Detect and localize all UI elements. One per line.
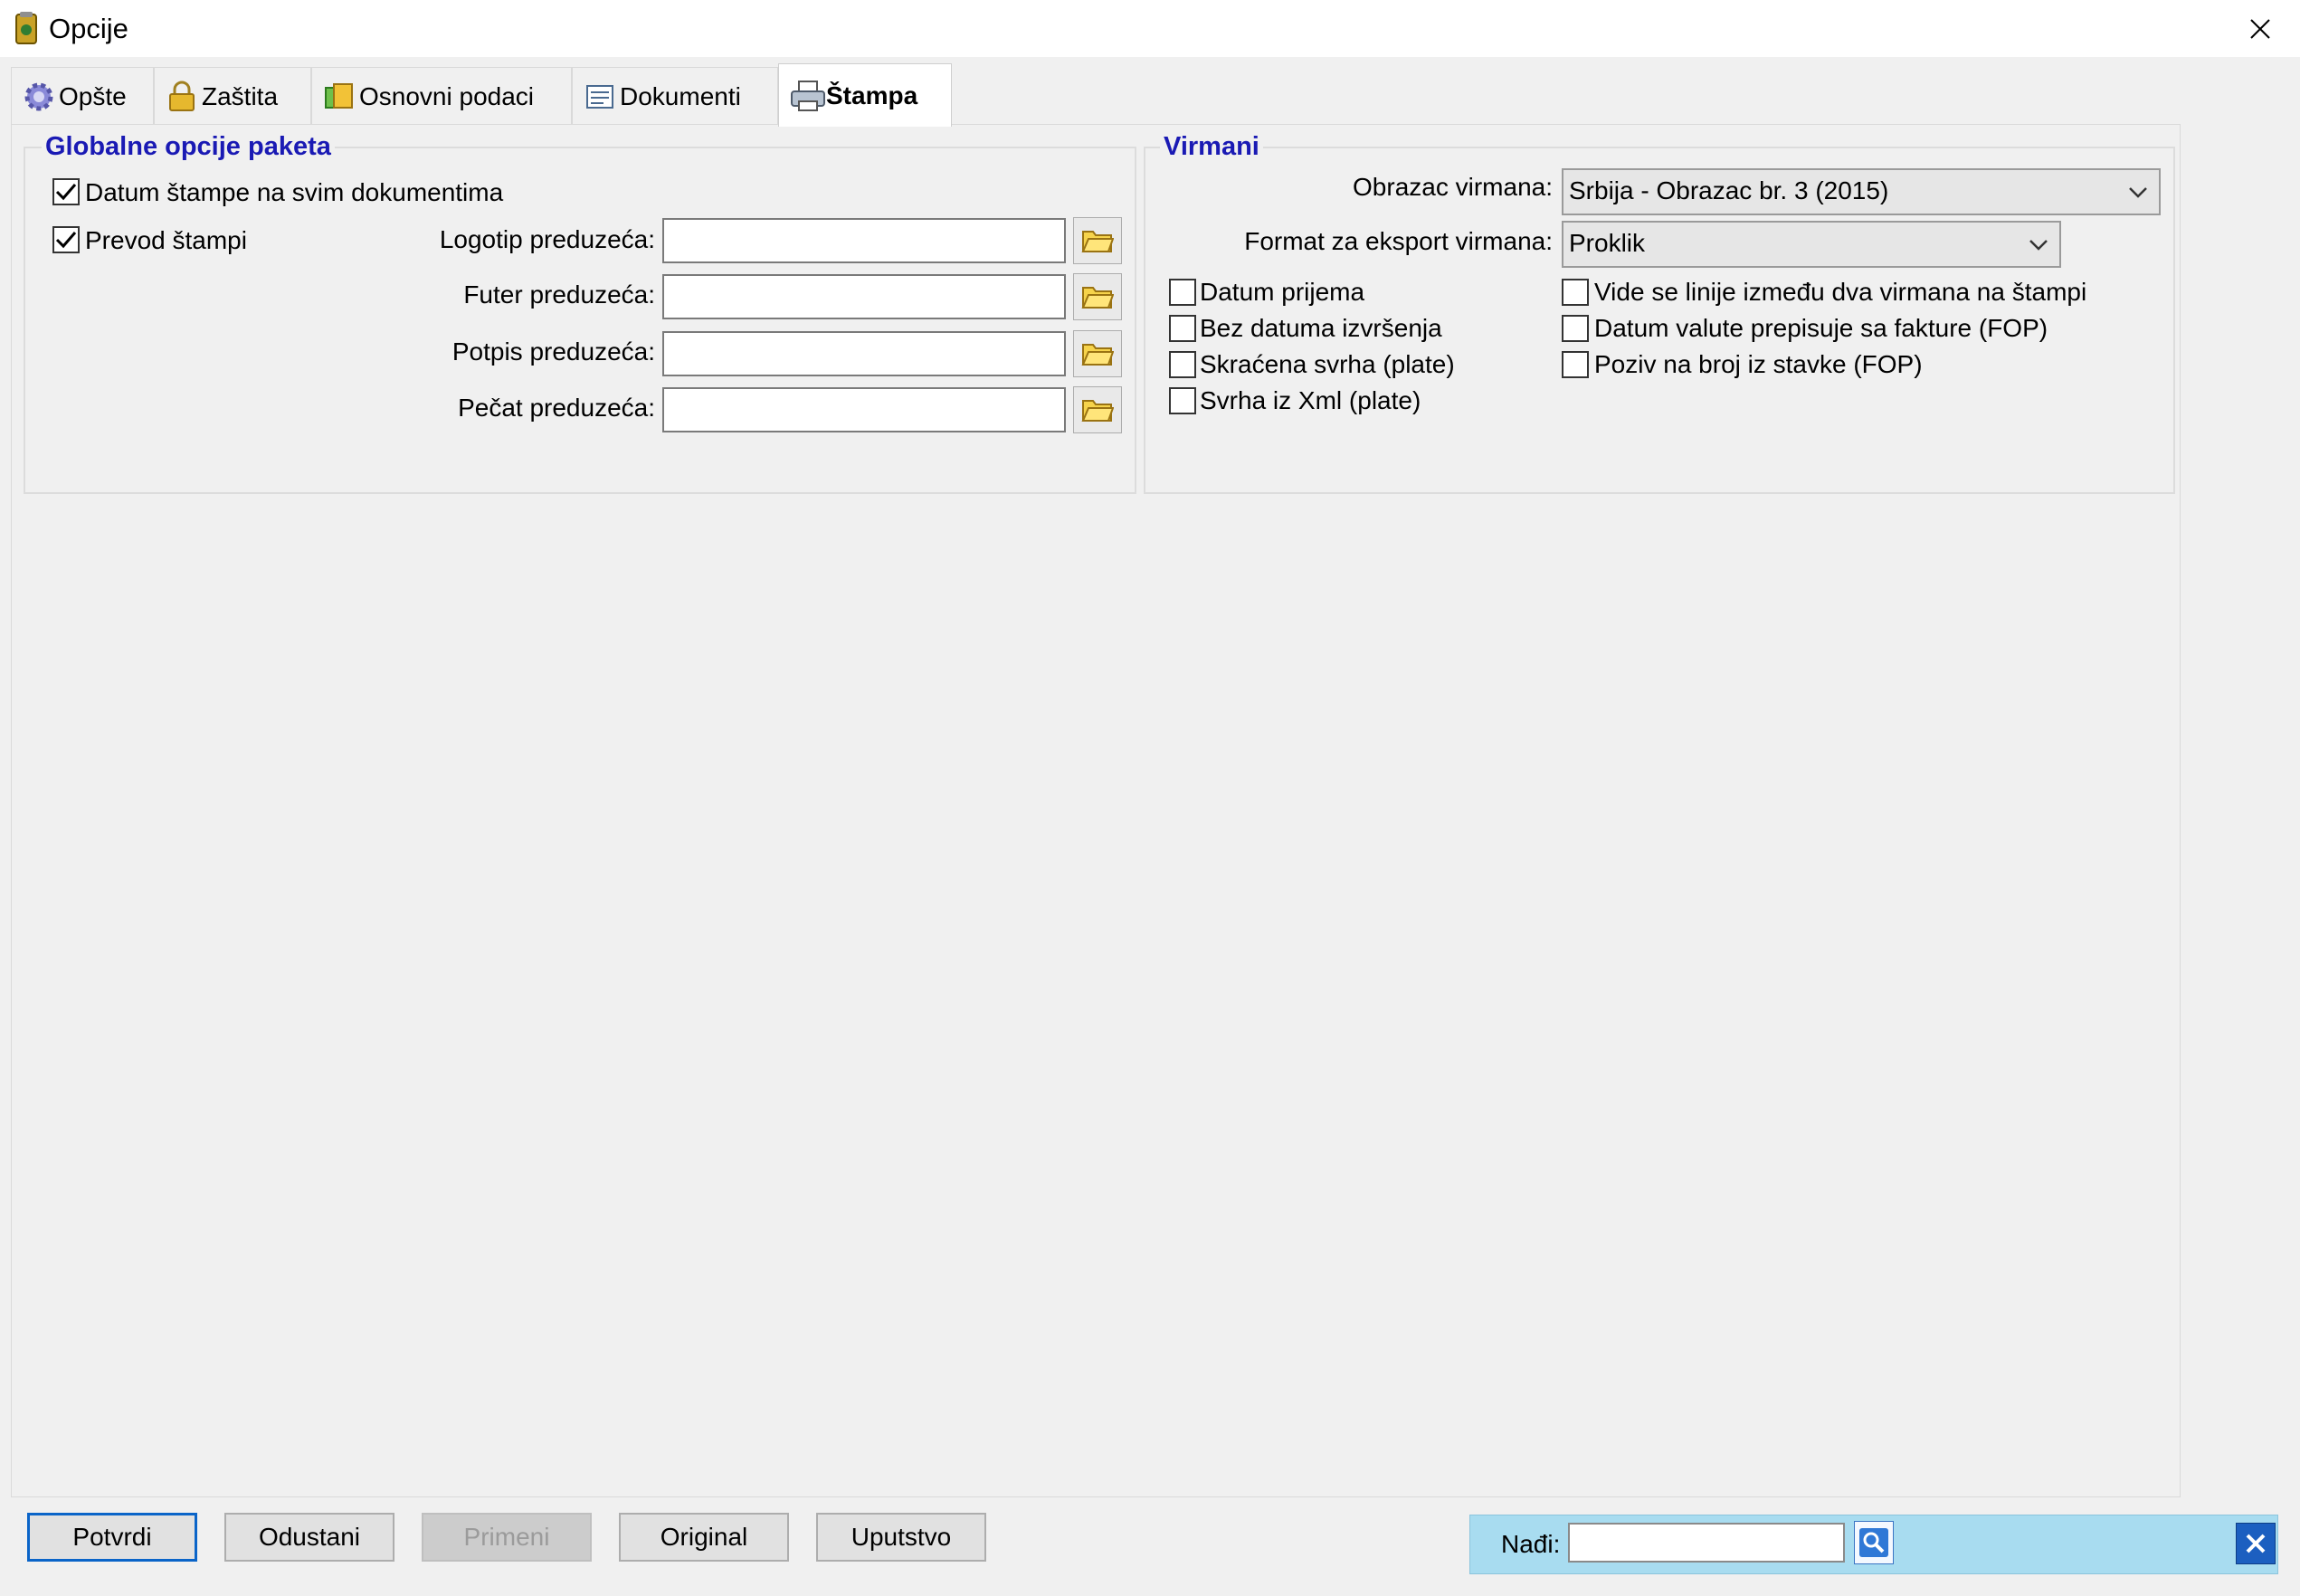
printer-icon (790, 80, 825, 112)
pecat-browse-button[interactable] (1073, 386, 1122, 433)
futer-input[interactable] (662, 274, 1066, 319)
app-icon (14, 11, 38, 45)
checkbox-label: Skraćena svrha (plate) (1200, 350, 1455, 378)
search-icon (1859, 1528, 1888, 1557)
poziv-na-broj-checkbox[interactable] (1562, 351, 1589, 378)
field-label-pecat: Pečat preduzeća: (458, 394, 655, 422)
potpis-browse-button[interactable] (1073, 330, 1122, 377)
potpis-input[interactable] (662, 331, 1066, 376)
tab-label: Dokumenti (620, 81, 741, 110)
bez-datuma-izvrsenja-checkbox[interactable] (1169, 315, 1196, 342)
obrazac-virmana-dropdown[interactable]: Srbija - Obrazac br. 3 (2015) (1562, 168, 2161, 215)
vide-se-linije-checkbox[interactable] (1562, 279, 1589, 306)
potvrdi-button[interactable]: Potvrdi (27, 1513, 197, 1562)
gear-icon (23, 81, 55, 113)
logotip-input[interactable] (662, 218, 1066, 263)
title-bar: Opcije (0, 0, 2300, 57)
lock-icon (166, 81, 198, 113)
field-label-futer: Futer preduzeća: (463, 280, 655, 309)
find-close-button[interactable] (2236, 1523, 2276, 1564)
format-label: Format za eksport virmana: (1244, 227, 1553, 255)
obrazac-label: Obrazac virmana: (1353, 173, 1553, 201)
tab-opste[interactable]: Opšte (11, 67, 154, 125)
find-bar: Nađi: (1469, 1515, 2278, 1574)
checkbox-label: Svrha iz Xml (plate) (1200, 386, 1421, 414)
folder-icon (1081, 231, 1114, 252)
tab-stampa[interactable]: Štampa (778, 63, 952, 127)
checkbox-label: Vide se linije između dva virmana na šta… (1594, 278, 2087, 306)
folder-icon (1081, 287, 1114, 309)
checkbox-label: Datum valute prepisuje sa fakture (FOP) (1594, 314, 2048, 342)
find-input[interactable] (1568, 1523, 1845, 1563)
group-title: Virmani (1160, 132, 1263, 161)
checkmark-icon (55, 184, 77, 201)
skracena-svrha-checkbox[interactable] (1169, 351, 1196, 378)
group-title: Globalne opcije paketa (42, 132, 335, 161)
svrha-iz-xml-checkbox[interactable] (1169, 387, 1196, 414)
checkbox-label: Poziv na broj iz stavke (FOP) (1594, 350, 1923, 378)
close-icon (2246, 1534, 2266, 1553)
original-button[interactable]: Original (619, 1513, 789, 1562)
format-eksport-dropdown[interactable]: Proklik (1562, 221, 2061, 268)
document-icon (584, 81, 616, 113)
pecat-input[interactable] (662, 387, 1066, 432)
tab-label: Opšte (59, 81, 127, 110)
close-icon (2250, 19, 2270, 39)
window-title: Opcije (49, 13, 128, 44)
tab-label: Zaštita (202, 81, 279, 110)
field-label-potpis: Potpis preduzeća: (451, 337, 655, 366)
tab-label: Štampa (826, 81, 918, 109)
checkbox-label: Prevod štampi (85, 226, 247, 254)
tab-label: Osnovni podaci (359, 81, 535, 110)
datum-stampe-checkbox[interactable] (52, 178, 80, 205)
database-icon (323, 81, 356, 113)
find-label: Nađi: (1501, 1530, 1561, 1558)
checkbox-label: Datum prijema (1200, 278, 1365, 306)
checkbox-label: Datum štampe na svim dokumentima (85, 178, 504, 206)
chevron-down-icon (2129, 187, 2147, 198)
uputstvo-button[interactable]: Uputstvo (816, 1513, 986, 1562)
field-label-logotip: Logotip preduzeća: (439, 225, 655, 253)
odustani-button[interactable]: Odustani (224, 1513, 394, 1562)
logotip-browse-button[interactable] (1073, 217, 1122, 264)
close-window-button[interactable] (2233, 7, 2287, 51)
futer-browse-button[interactable] (1073, 273, 1122, 320)
checkmark-icon (55, 232, 77, 249)
chevron-down-icon (2029, 240, 2048, 251)
tab-zastita[interactable]: Zaštita (154, 67, 311, 125)
tab-dokumenti[interactable]: Dokumenti (572, 67, 778, 125)
dropdown-value: Proklik (1569, 229, 1646, 257)
primeni-button[interactable]: Primeni (422, 1513, 592, 1562)
folder-icon (1081, 344, 1114, 366)
checkbox-label: Bez datuma izvršenja (1200, 314, 1442, 342)
dropdown-value: Srbija - Obrazac br. 3 (2015) (1569, 176, 1889, 204)
tab-osnovni-podaci[interactable]: Osnovni podaci (311, 67, 572, 125)
folder-icon (1081, 400, 1114, 422)
datum-prijema-checkbox[interactable] (1169, 279, 1196, 306)
prevod-stampi-checkbox[interactable] (52, 226, 80, 253)
find-search-button[interactable] (1854, 1521, 1894, 1564)
datum-valute-checkbox[interactable] (1562, 315, 1589, 342)
